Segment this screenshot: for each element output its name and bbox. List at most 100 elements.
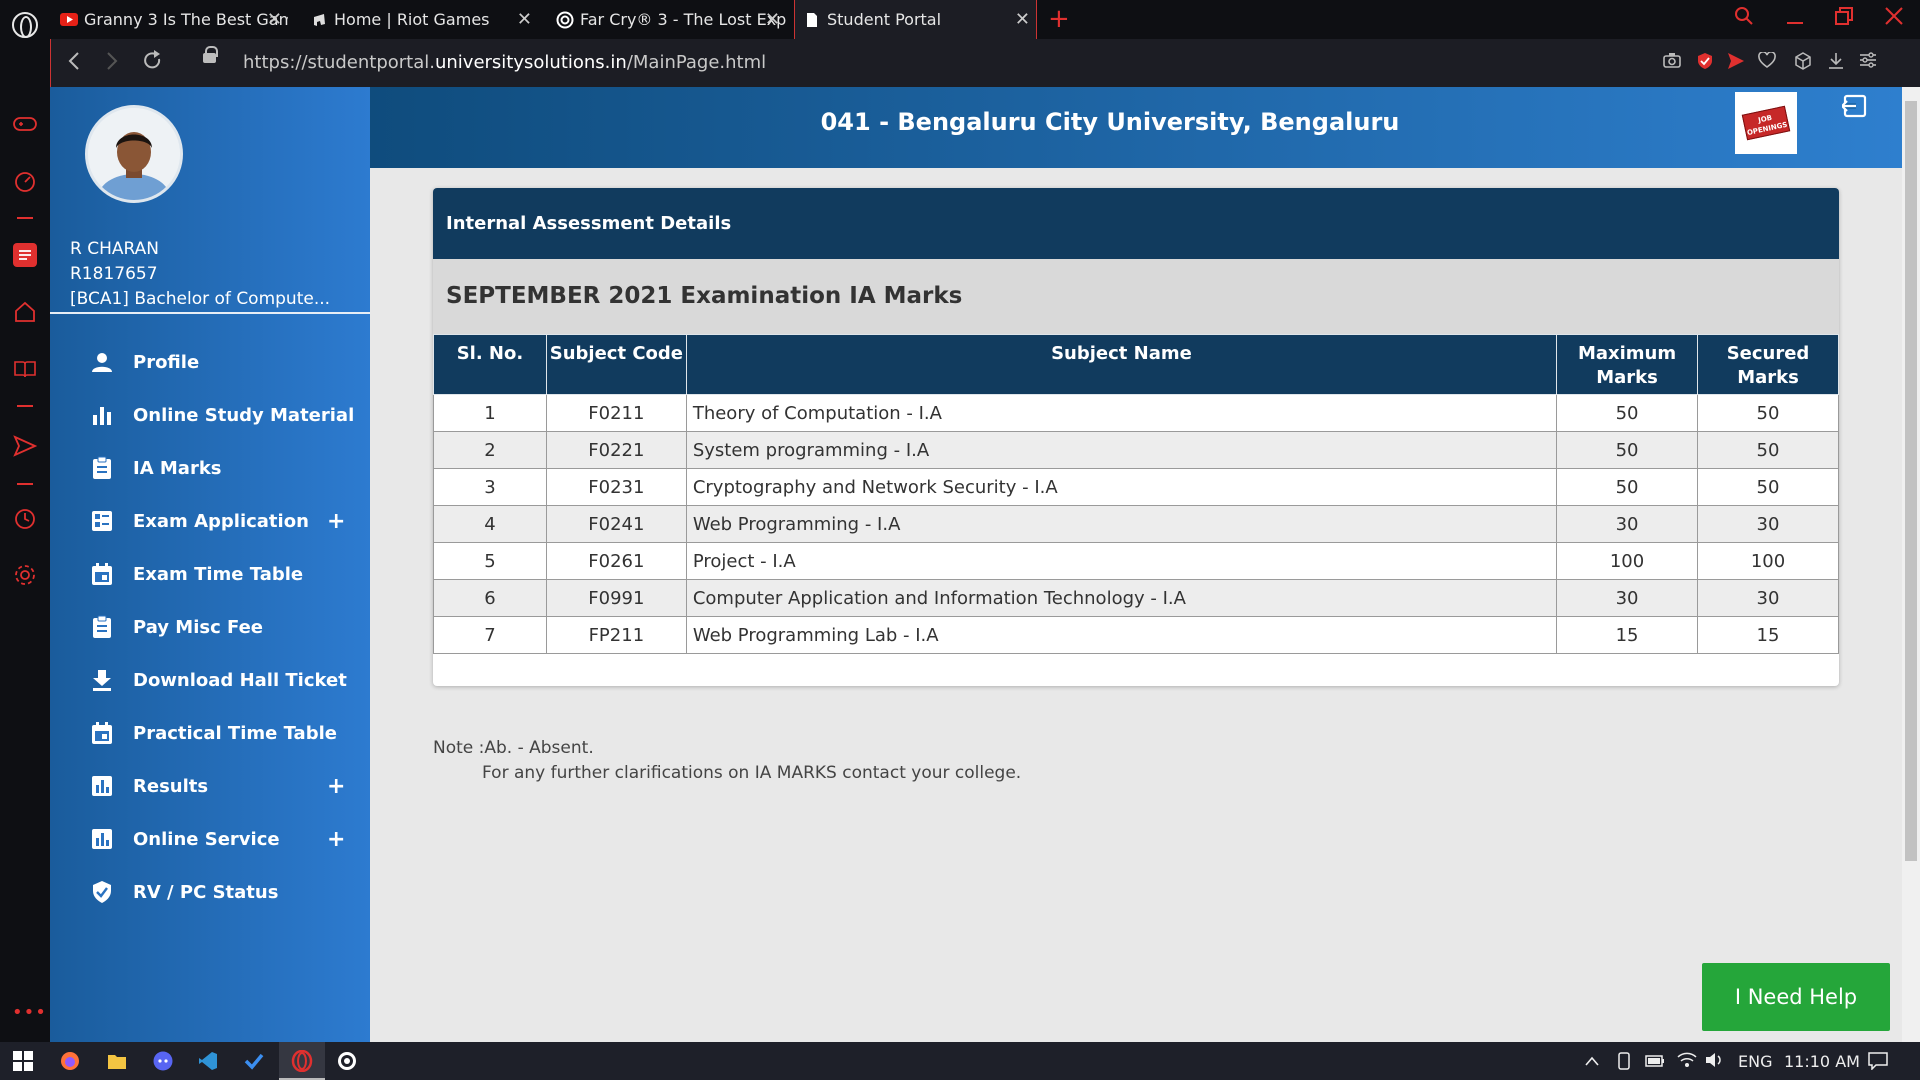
logout-icon[interactable]	[1840, 93, 1868, 119]
tab-title: Granny 3 Is The Best Game	[84, 10, 288, 29]
clock[interactable]: 11:10 AM	[1784, 1052, 1860, 1071]
more-icon[interactable]: •••	[12, 1002, 46, 1028]
menu-item-exam-application[interactable]: Exam Application +	[50, 496, 370, 546]
phone-icon[interactable]	[1618, 1052, 1630, 1074]
vscode-icon[interactable]	[197, 1050, 219, 1072]
notes-icon[interactable]	[12, 242, 38, 268]
sidebar-divider	[50, 312, 370, 314]
need-help-button[interactable]: I Need Help	[1702, 963, 1890, 1031]
taskbar: ENG 11:10 AM	[0, 1042, 1920, 1080]
opera-sidebar: •••	[0, 87, 50, 1042]
speedometer-icon[interactable]	[12, 170, 38, 196]
job-openings-badge[interactable]: JOB OPENINGS	[1735, 92, 1797, 154]
menu-item-rv-pc-status[interactable]: RV / PC Status	[50, 867, 370, 917]
address-bar: https://studentportal.universitysolution…	[50, 39, 1920, 87]
tab-granny[interactable]: Granny 3 Is The Best Game ✕	[56, 0, 288, 39]
reload-icon[interactable]	[143, 50, 163, 78]
close-icon[interactable]: ✕	[765, 9, 780, 30]
max-marks-cell: 30	[1556, 505, 1699, 543]
battery-icon[interactable]	[1645, 1052, 1665, 1071]
settings-icon[interactable]	[12, 563, 38, 589]
university-header: 041 - Bengaluru City University, Bengalu…	[370, 87, 1902, 168]
minimize-button[interactable]	[1786, 6, 1804, 31]
expand-icon[interactable]: +	[327, 774, 345, 799]
tab-farcry[interactable]: Far Cry® 3 - The Lost Expe ✕	[554, 0, 786, 39]
firefox-icon[interactable]	[59, 1050, 81, 1072]
tab-student-portal[interactable]: Student Portal ✕	[794, 0, 1037, 39]
adblock-icon[interactable]	[1696, 52, 1714, 75]
expand-icon[interactable]: +	[327, 509, 345, 534]
chart-box-icon	[90, 827, 114, 851]
university-title: 041 - Bengaluru City University, Bengalu…	[820, 108, 1400, 136]
restore-button[interactable]	[1835, 6, 1853, 30]
subject-name-cell: Project - I.A	[685, 542, 1558, 580]
gamepad-icon[interactable]	[12, 114, 38, 140]
home-icon[interactable]	[12, 301, 38, 327]
table-row: 7 FP211 Web Programming Lab - I.A 15 15	[433, 616, 1839, 654]
opera-menu-icon[interactable]	[12, 12, 38, 38]
language-indicator[interactable]: ENG	[1738, 1052, 1772, 1071]
chevron-up-icon[interactable]	[1584, 1052, 1600, 1071]
expand-icon[interactable]: +	[327, 827, 345, 852]
document-icon	[803, 12, 821, 27]
subject-name-cell: Theory of Computation - I.A	[685, 394, 1558, 432]
forward-icon[interactable]	[105, 50, 119, 78]
menu-label: Download Hall Ticket	[133, 669, 347, 691]
tab-title: Far Cry® 3 - The Lost Expe	[580, 10, 786, 29]
url-field[interactable]: https://studentportal.universitysolution…	[243, 52, 766, 73]
windows-start-icon[interactable]	[12, 1050, 34, 1072]
table-row: 4 F0241 Web Programming - I.A 30 30	[433, 505, 1839, 543]
menu-item-online-study-material[interactable]: Online Study Material	[50, 390, 370, 440]
back-icon[interactable]	[67, 50, 81, 78]
heart-icon[interactable]	[1758, 51, 1776, 73]
discord-icon[interactable]	[152, 1050, 174, 1072]
sl-no-cell: 4	[433, 505, 547, 543]
menu-item-results[interactable]: Results +	[50, 761, 370, 811]
file-explorer-icon[interactable]	[106, 1050, 128, 1072]
menu-label: Exam Time Table	[133, 563, 304, 585]
menu-item-online-service[interactable]: Online Service +	[50, 814, 370, 864]
wifi-icon[interactable]	[1677, 1052, 1697, 1072]
close-icon[interactable]: ✕	[517, 9, 532, 30]
student-info: R CHARAN R1817657 [BCA1] Bachelor of Com…	[70, 237, 330, 312]
scrollbar-thumb[interactable]	[1905, 101, 1917, 861]
close-icon[interactable]: ✕	[1015, 9, 1030, 30]
notification-icon[interactable]	[1868, 1052, 1888, 1074]
lock-icon[interactable]	[203, 46, 218, 63]
table-header-row: Sl. No. Subject Code Subject Name Maximu…	[433, 334, 1839, 395]
search-tabs-icon[interactable]	[1734, 6, 1754, 31]
max-marks-cell: 50	[1556, 468, 1699, 506]
page-scrollbar[interactable]	[1902, 87, 1920, 1042]
menu-item-download-hall-ticket[interactable]: Download Hall Ticket	[50, 655, 370, 705]
bar-chart-icon	[90, 403, 114, 427]
close-window-button[interactable]	[1885, 6, 1903, 30]
person-icon	[90, 350, 114, 374]
menu-item-exam-time-table[interactable]: Exam Time Table	[50, 549, 370, 599]
camera-icon[interactable]	[1663, 52, 1681, 73]
subject-code-cell: F0261	[545, 542, 687, 580]
close-icon[interactable]: ✕	[267, 9, 282, 30]
column-header: Subject Name	[685, 334, 1558, 395]
cube-icon[interactable]	[1794, 52, 1812, 75]
new-tab-button[interactable]: +	[1048, 4, 1070, 34]
volume-icon[interactable]	[1705, 1052, 1725, 1072]
easy-setup-icon[interactable]	[1859, 52, 1877, 73]
job-openings-sign: JOB OPENINGS	[1741, 105, 1791, 141]
menu-item-ia-marks[interactable]: IA Marks	[50, 443, 370, 493]
send-icon[interactable]	[1727, 52, 1745, 75]
todo-icon[interactable]	[243, 1050, 265, 1072]
history-icon[interactable]	[12, 507, 38, 533]
tab-riot[interactable]: Home | Riot Games ✕	[306, 0, 538, 39]
sidebar-separator	[17, 405, 33, 407]
book-icon[interactable]	[12, 359, 38, 385]
menu-item-pay-misc-fee[interactable]: Pay Misc Fee	[50, 602, 370, 652]
calendar-icon	[90, 562, 114, 586]
opera-taskbar-icon[interactable]	[291, 1050, 313, 1072]
menu-item-practical-time-table[interactable]: Practical Time Table	[50, 708, 370, 758]
sl-no-cell: 1	[433, 394, 547, 432]
form-icon	[90, 509, 114, 533]
ubisoft-taskbar-icon[interactable]	[336, 1050, 358, 1072]
menu-item-profile[interactable]: Profile	[50, 337, 370, 387]
send-icon[interactable]	[12, 435, 38, 461]
download-icon[interactable]	[1827, 52, 1845, 75]
